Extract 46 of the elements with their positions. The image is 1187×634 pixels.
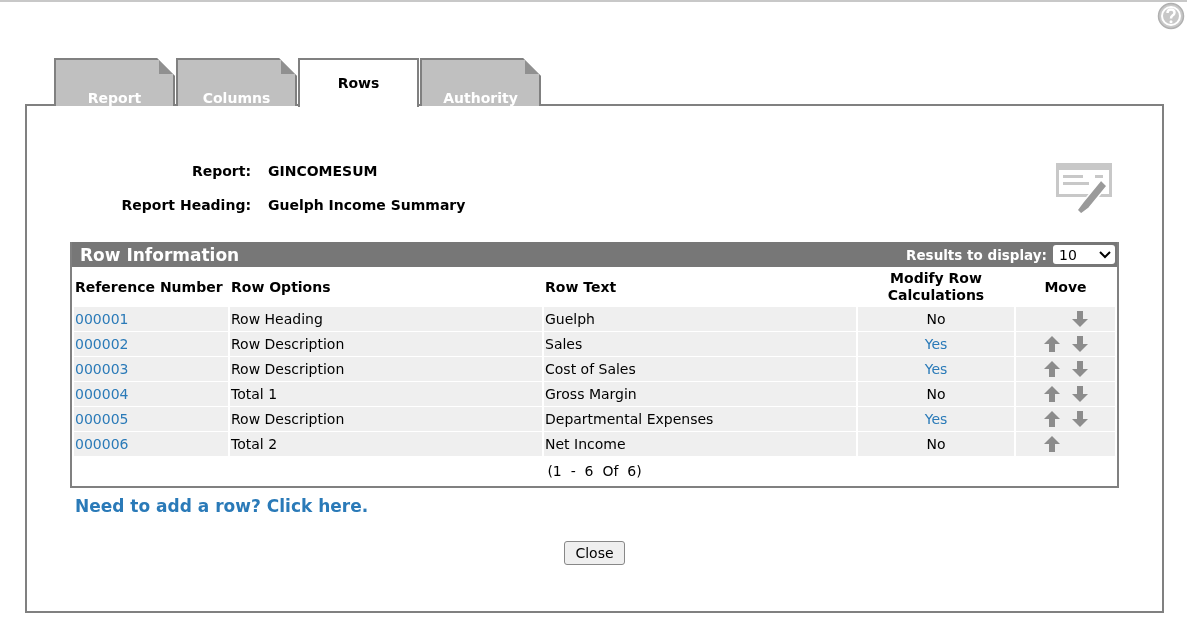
tab[interactable]: Rows — [298, 58, 419, 107]
table-cell: Departmental Expenses — [544, 407, 856, 431]
results-label: Results to display: — [906, 246, 1047, 263]
column-header: Row Options — [230, 277, 332, 297]
arrow-up-icon[interactable] — [1042, 435, 1061, 453]
modify-link[interactable]: Yes — [924, 411, 948, 427]
table-cell: Row Description — [230, 332, 542, 356]
chevron-down-icon — [1099, 250, 1111, 259]
arrow-down-icon[interactable] — [1070, 310, 1089, 328]
table-cell: No — [926, 386, 946, 402]
arrow-up-icon[interactable] — [1042, 410, 1061, 428]
field-label: Report: — [190, 162, 252, 180]
arrow-down-icon[interactable] — [1070, 385, 1089, 403]
column-header: Modify Row Calculations — [886, 269, 986, 305]
arrow-up-icon[interactable] — [1042, 335, 1061, 353]
table-cell: Total 2 — [230, 432, 542, 456]
table-title: Row Information — [80, 244, 240, 265]
table-cell: Row Description — [230, 357, 542, 381]
help-icon[interactable] — [1157, 2, 1185, 30]
modify-link[interactable]: Yes — [924, 361, 948, 377]
arrow-down-icon[interactable] — [1070, 410, 1089, 428]
table-cell: Sales — [544, 332, 856, 356]
modify-link[interactable]: Yes — [924, 336, 948, 352]
table-cell: Row Description — [230, 407, 542, 431]
table-cell: Gross Margin — [544, 382, 856, 406]
column-header: Move — [1043, 277, 1088, 297]
table-cell: Cost of Sales — [544, 357, 856, 381]
arrow-up-icon[interactable] — [1042, 360, 1061, 378]
arrow-up-icon[interactable] — [1042, 385, 1061, 403]
arrow-down-icon[interactable] — [1070, 360, 1089, 378]
results-dropdown[interactable]: 10 — [1053, 245, 1115, 264]
close-button[interactable]: Close — [564, 541, 625, 565]
column-header: Reference Number — [74, 277, 224, 297]
table-cell: Guelph — [544, 307, 856, 331]
add-row-link[interactable]: Need to add a row? Click here. — [75, 496, 369, 516]
column-header: Row Text — [544, 277, 618, 297]
table-cell: Row Heading — [230, 307, 542, 331]
field-value: Guelph Income Summary — [268, 196, 466, 214]
arrow-down-icon[interactable] — [1070, 335, 1089, 353]
field-label: Report Heading: — [120, 196, 252, 214]
table-cell: Total 1 — [230, 382, 542, 406]
table-cell: Net Income — [544, 432, 856, 456]
table-cell: No — [926, 311, 946, 327]
pagination-text: (1 - 6 Of 6) — [546, 462, 643, 481]
field-value: GINCOMESUM — [268, 162, 378, 180]
table-cell: No — [926, 436, 946, 452]
